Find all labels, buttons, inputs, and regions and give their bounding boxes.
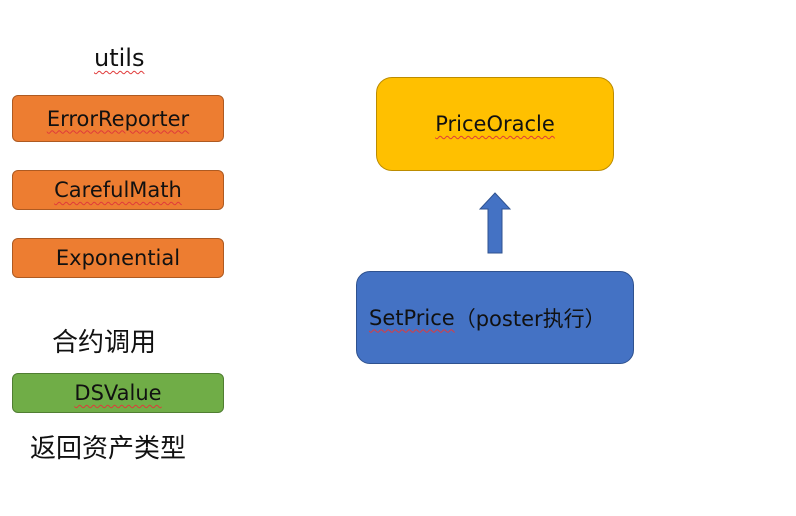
price-oracle-label: PriceOracle xyxy=(435,112,555,136)
error-reporter-label: ErrorReporter xyxy=(46,106,190,131)
set-price-box[interactable]: SetPrice （poster执行） xyxy=(356,271,634,364)
return-asset-type-caption: 返回资产类型 xyxy=(30,434,187,464)
error-reporter-box[interactable]: ErrorReporter xyxy=(12,95,224,142)
set-price-label: SetPrice xyxy=(369,305,455,330)
dsvalue-label: DSValue xyxy=(74,381,162,405)
utils-title: utils xyxy=(94,44,145,72)
set-price-suffix: （poster执行） xyxy=(454,306,606,331)
careful-math-box[interactable]: CarefulMath xyxy=(12,170,224,210)
dsvalue-box[interactable]: DSValue xyxy=(12,373,224,413)
contract-call-title: 合约调用 xyxy=(52,328,157,358)
exponential-label: Exponential xyxy=(55,246,181,270)
up-arrow-icon xyxy=(479,192,511,254)
exponential-box[interactable]: Exponential xyxy=(12,238,224,278)
careful-math-label: CarefulMath xyxy=(54,178,182,202)
price-oracle-box[interactable]: PriceOracle xyxy=(376,77,614,171)
